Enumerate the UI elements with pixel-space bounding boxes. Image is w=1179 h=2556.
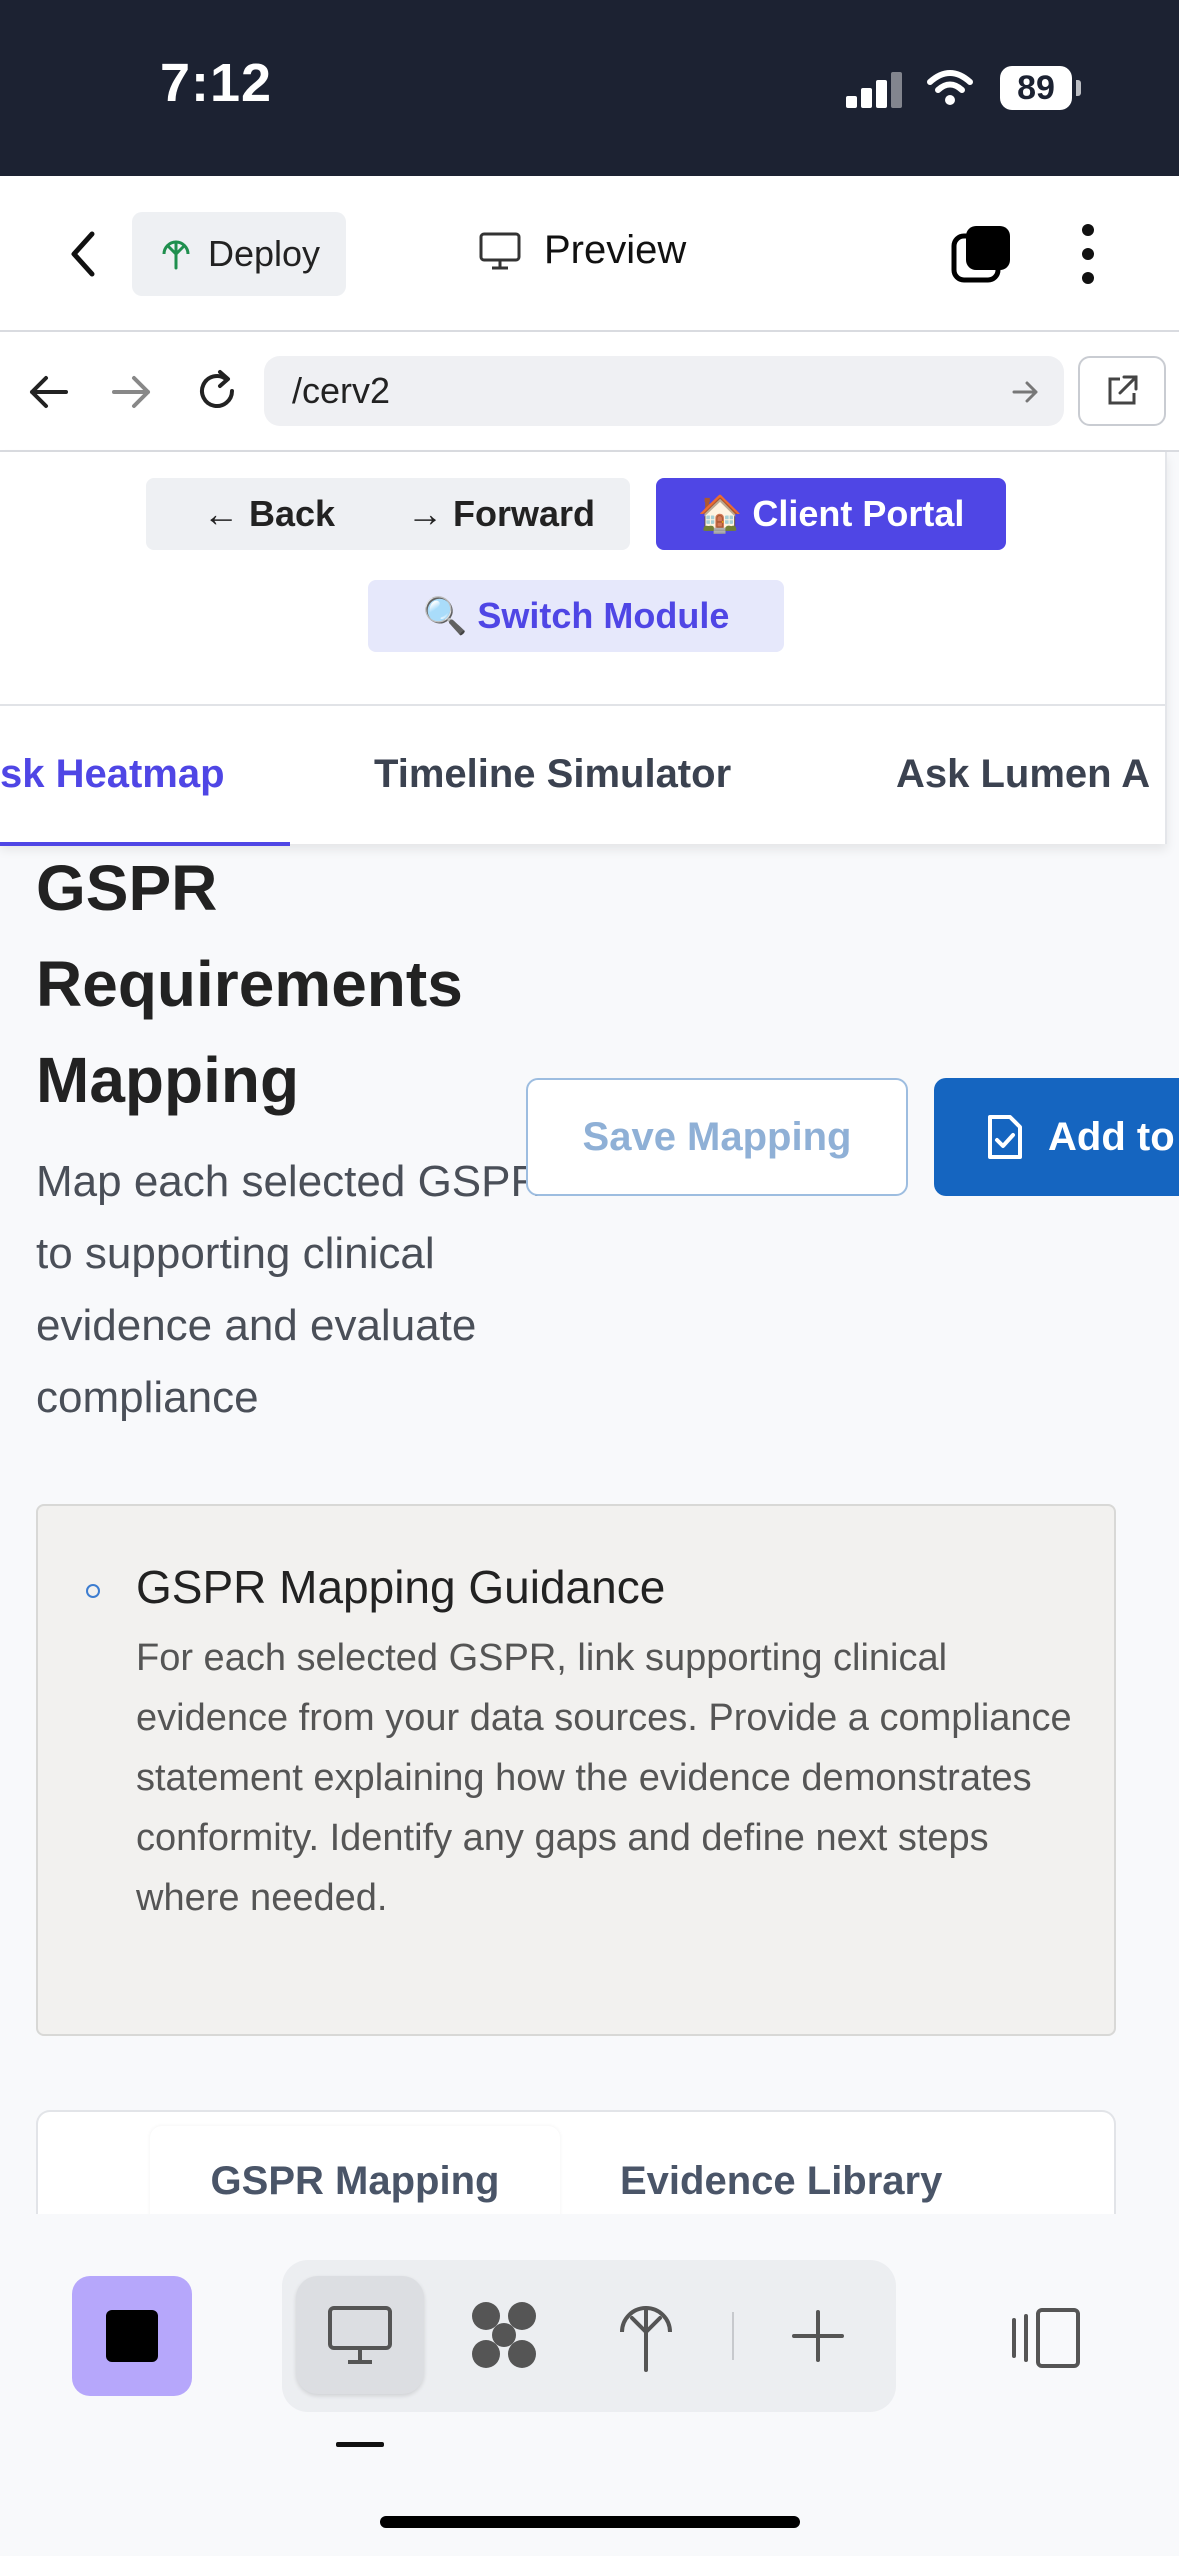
signal-icon bbox=[846, 72, 904, 108]
app-header: ← Back → Forward 🏠 Client Portal 🔍 Switc… bbox=[0, 452, 1167, 846]
chevron-left-icon[interactable] bbox=[64, 228, 104, 280]
info-dot-icon bbox=[86, 1584, 100, 1598]
reload-icon[interactable] bbox=[194, 368, 240, 414]
battery-indicator: 89 bbox=[1000, 66, 1081, 110]
monitor-icon bbox=[479, 232, 521, 269]
editor-toolbar: Deploy Preview bbox=[0, 176, 1179, 332]
tool-group bbox=[282, 2260, 896, 2412]
plus-icon[interactable] bbox=[788, 2306, 848, 2366]
forward-button[interactable]: → Forward bbox=[372, 478, 630, 550]
wifi-icon bbox=[927, 70, 973, 105]
open-external-button[interactable] bbox=[1078, 356, 1166, 426]
guidance-body: For each selected GSPR, link supporting … bbox=[136, 1637, 1072, 1919]
stop-button[interactable] bbox=[72, 2276, 192, 2396]
url-input[interactable]: /cerv2 bbox=[264, 356, 1064, 426]
more-vertical-icon[interactable] bbox=[1074, 222, 1102, 286]
arrow-left-icon[interactable] bbox=[26, 372, 70, 412]
desktop-view-button[interactable] bbox=[296, 2276, 424, 2394]
preview-label: Preview bbox=[544, 228, 687, 272]
back-button[interactable]: ← Back bbox=[146, 478, 392, 550]
guidance-panel: GSPR Mapping Guidance For each selected … bbox=[36, 1504, 1116, 2036]
deploy-icon bbox=[162, 240, 190, 270]
guidance-title: GSPR Mapping Guidance bbox=[136, 1561, 666, 1613]
active-indicator bbox=[336, 2442, 384, 2447]
home-indicator bbox=[380, 2516, 800, 2528]
client-portal-button[interactable]: 🏠 Client Portal bbox=[656, 478, 1006, 550]
puzzle-icon[interactable] bbox=[466, 2298, 542, 2374]
desktop-icon bbox=[328, 2306, 392, 2364]
layers-icon[interactable] bbox=[950, 224, 1014, 284]
add-to-label: Add to bbox=[1048, 1114, 1175, 1159]
external-link-icon bbox=[1108, 375, 1138, 405]
url-text: /cerv2 bbox=[292, 370, 391, 411]
bottom-toolbar bbox=[0, 2214, 1179, 2556]
deploy-tree-icon[interactable] bbox=[616, 2298, 676, 2374]
go-arrow-icon[interactable] bbox=[1012, 380, 1040, 404]
switch-module-button[interactable]: 🔍 Switch Module bbox=[368, 580, 784, 652]
deploy-button[interactable]: Deploy bbox=[132, 212, 346, 296]
tab-timeline-simulator[interactable]: Timeline Simulator bbox=[374, 706, 731, 842]
mapping-card: GSPR Mapping Evidence Library bbox=[36, 2110, 1116, 2230]
browser-bar: /cerv2 bbox=[0, 332, 1179, 452]
file-check-icon bbox=[988, 1115, 1022, 1159]
add-to-button[interactable]: Add to bbox=[934, 1078, 1179, 1196]
tab-ask-lumen[interactable]: Ask Lumen A bbox=[896, 706, 1150, 842]
stop-icon bbox=[106, 2310, 158, 2362]
arrow-right-icon[interactable] bbox=[110, 372, 154, 412]
status-time: 7:12 bbox=[160, 53, 273, 113]
save-mapping-button[interactable]: Save Mapping bbox=[526, 1078, 908, 1196]
preview-toggle[interactable]: Preview bbox=[478, 228, 686, 273]
status-bar: 7:12 89 bbox=[0, 0, 1179, 176]
deploy-label: Deploy bbox=[207, 233, 321, 274]
page-title: GSPR Requirements Mapping bbox=[36, 852, 463, 1116]
divider bbox=[732, 2312, 734, 2360]
panel-toggle-icon[interactable] bbox=[1010, 2306, 1082, 2370]
tab-risk-heatmap[interactable]: sk Heatmap bbox=[0, 706, 290, 846]
module-tabs: sk Heatmap Timeline Simulator Ask Lumen … bbox=[0, 704, 1165, 846]
page-subtitle: Map each selected GSPR to supporting cli… bbox=[36, 1157, 543, 1422]
